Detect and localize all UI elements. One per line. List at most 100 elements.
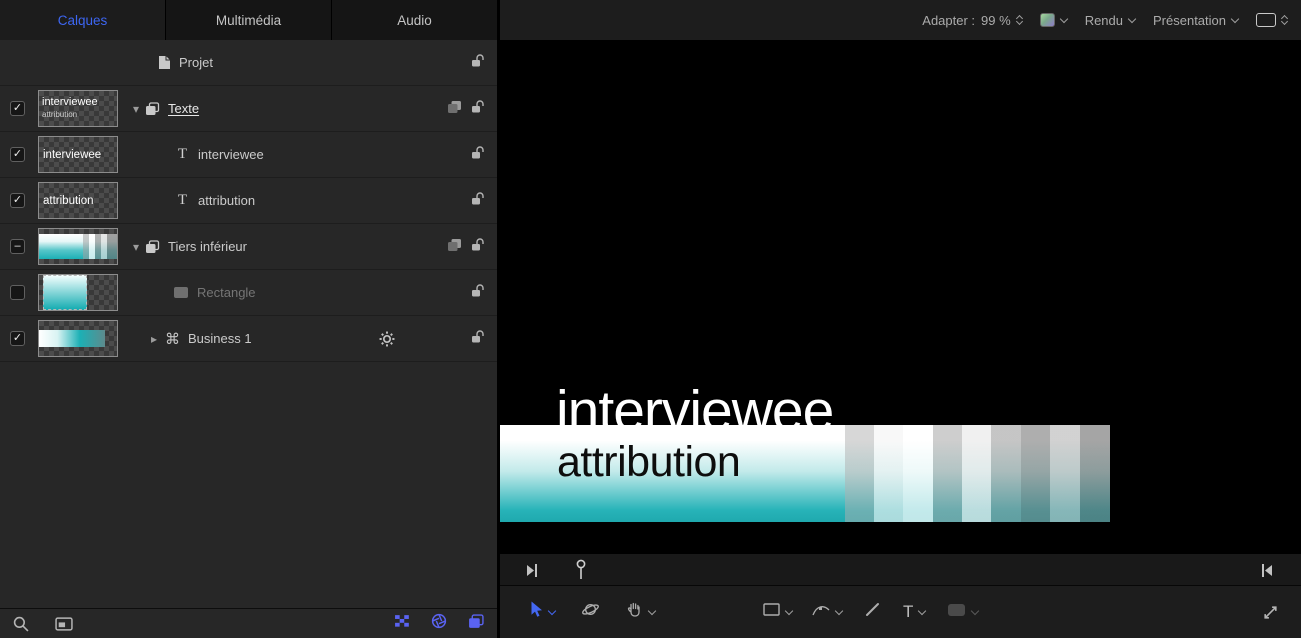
layer-row-interviewee[interactable]: ✓ interviewee T interviewee [0, 132, 497, 178]
checkerboard-icon[interactable] [394, 614, 410, 633]
view-label: Présentation [1153, 13, 1226, 28]
mask-shape-icon [947, 603, 966, 622]
layer-label-rectangle[interactable]: Rectangle [197, 285, 256, 300]
disclosure-down-icon[interactable]: ▾ [130, 102, 142, 116]
layout-stepper[interactable] [1282, 16, 1287, 24]
color-channels-icon [1040, 13, 1055, 27]
chevron-down-icon [1231, 14, 1239, 22]
display-layout-icon [1256, 13, 1276, 27]
layers-panel: Calques Multimédia Audio Projet ✓ interv… [0, 0, 497, 638]
aperture-icon[interactable] [431, 613, 447, 634]
lock-icon[interactable] [471, 54, 484, 71]
layer-row-texte[interactable]: ✓ interviewee attribution ▾ Texte [0, 86, 497, 132]
lock-icon[interactable] [471, 330, 484, 347]
layout-control[interactable] [1256, 13, 1287, 27]
render-menu[interactable]: Rendu [1085, 13, 1135, 28]
tab-audio[interactable]: Audio [332, 0, 497, 40]
layer-label-business-1[interactable]: Business 1 [188, 331, 252, 346]
thumbnail-rectangle[interactable] [38, 274, 118, 311]
thumbnail-interviewee[interactable]: interviewee [38, 136, 118, 173]
checkbox-rectangle[interactable] [10, 285, 25, 300]
project-file-icon [158, 55, 171, 70]
layer-label-tiers-inferieur[interactable]: Tiers inférieur [168, 239, 247, 254]
checkbox-interviewee[interactable]: ✓ [10, 147, 25, 162]
layer-row-tiers-inferieur[interactable]: – ▾ Tiers inférieur [0, 224, 497, 270]
text-layer-icon: T [175, 146, 190, 163]
generator-icon: ⌘ [165, 330, 180, 348]
group-icon [145, 240, 160, 254]
bezier-curve-icon [812, 603, 830, 622]
panel-tabs: Calques Multimédia Audio [0, 0, 497, 40]
thumb-gradient-bar [39, 330, 105, 347]
text-tool[interactable]: T [903, 602, 925, 622]
lock-icon[interactable] [471, 146, 484, 163]
line-tool[interactable] [864, 601, 881, 623]
rectangle-tool[interactable] [763, 602, 792, 622]
select-transform-tool[interactable] [530, 601, 555, 623]
composition-subtitle-text[interactable]: attribution [557, 438, 740, 487]
thumbnail-attribution[interactable]: attribution [38, 182, 118, 219]
thumbnail-business-1[interactable] [38, 320, 118, 357]
chevron-down-icon [835, 606, 843, 614]
canvas-viewport[interactable]: interviewee attribution [500, 40, 1301, 553]
group-icon [145, 102, 160, 116]
checkbox-tiers-inferieur[interactable]: – [10, 239, 25, 254]
thumb-gradient-stripes [83, 234, 117, 259]
mixed-state-icon: – [14, 241, 20, 252]
layer-label-texte[interactable]: Texte [168, 101, 199, 116]
isolate-layers-icon[interactable] [447, 238, 462, 255]
play-range-in-marker[interactable] [526, 563, 538, 578]
zoom-label: Adapter : [922, 13, 975, 28]
chevron-down-icon [971, 606, 979, 614]
layer-label-projet[interactable]: Projet [179, 55, 213, 70]
layer-label-attribution[interactable]: attribution [198, 193, 255, 208]
layer-label-interviewee[interactable]: interviewee [198, 147, 264, 162]
isolate-layers-icon[interactable] [447, 100, 462, 117]
thumbnail-texte[interactable]: interviewee attribution [38, 90, 118, 127]
thumb-text-line2: attribution [42, 110, 77, 119]
lock-icon[interactable] [471, 284, 484, 301]
bezier-tool[interactable] [812, 603, 842, 622]
checkbox-attribution[interactable]: ✓ [10, 193, 25, 208]
disclosure-right-icon[interactable]: ▸ [148, 332, 160, 346]
checkbox-business-1[interactable]: ✓ [10, 331, 25, 346]
check-icon: ✓ [13, 103, 22, 114]
search-icon[interactable] [13, 616, 29, 632]
pan-zoom-tool[interactable] [626, 601, 655, 623]
layer-row-rectangle[interactable]: Rectangle [0, 270, 497, 316]
tab-calques[interactable]: Calques [0, 0, 166, 40]
disclosure-down-icon[interactable]: ▾ [130, 240, 142, 254]
chevron-down-icon [1059, 14, 1067, 22]
playhead-marker[interactable] [576, 559, 586, 580]
thumbnail-tiers-inferieur[interactable] [38, 228, 118, 265]
lock-icon[interactable] [471, 192, 484, 209]
play-range-out-marker[interactable] [1261, 563, 1273, 578]
layer-row-business-1[interactable]: ✓ ▸ ⌘ Business 1 [0, 316, 497, 362]
layers-icon[interactable] [468, 614, 484, 634]
view-menu[interactable]: Présentation [1153, 13, 1238, 28]
check-icon: ✓ [13, 333, 22, 344]
channels-control[interactable] [1040, 13, 1067, 27]
expand-timeline-icon[interactable] [1262, 604, 1279, 621]
chevron-down-icon [648, 606, 656, 614]
mini-timeline[interactable] [500, 553, 1301, 585]
zoom-stepper[interactable] [1017, 16, 1022, 24]
layers-panel-footer [0, 608, 497, 638]
lock-icon[interactable] [471, 238, 484, 255]
lock-icon[interactable] [471, 100, 484, 117]
tab-multimedia[interactable]: Multimédia [166, 0, 332, 40]
gear-icon[interactable] [379, 331, 395, 347]
adjust-3d-tool[interactable] [581, 600, 600, 624]
mask-tool[interactable] [947, 603, 978, 622]
zoom-control[interactable]: Adapter : 99 % [922, 13, 1021, 28]
checkbox-texte[interactable]: ✓ [10, 101, 25, 116]
thumb-text-line1: interviewee [42, 96, 98, 108]
motion-app-window: Calques Multimédia Audio Projet ✓ interv… [0, 0, 1301, 638]
check-icon: ✓ [13, 195, 22, 206]
layer-row-attribution[interactable]: ✓ attribution T attribution [0, 178, 497, 224]
preview-column-icon[interactable] [55, 617, 73, 631]
layer-row-projet[interactable]: Projet [0, 40, 497, 86]
chevron-down-icon [785, 606, 793, 614]
thumb-text: interviewee [43, 149, 101, 161]
lower-third-stripes [845, 425, 1110, 522]
